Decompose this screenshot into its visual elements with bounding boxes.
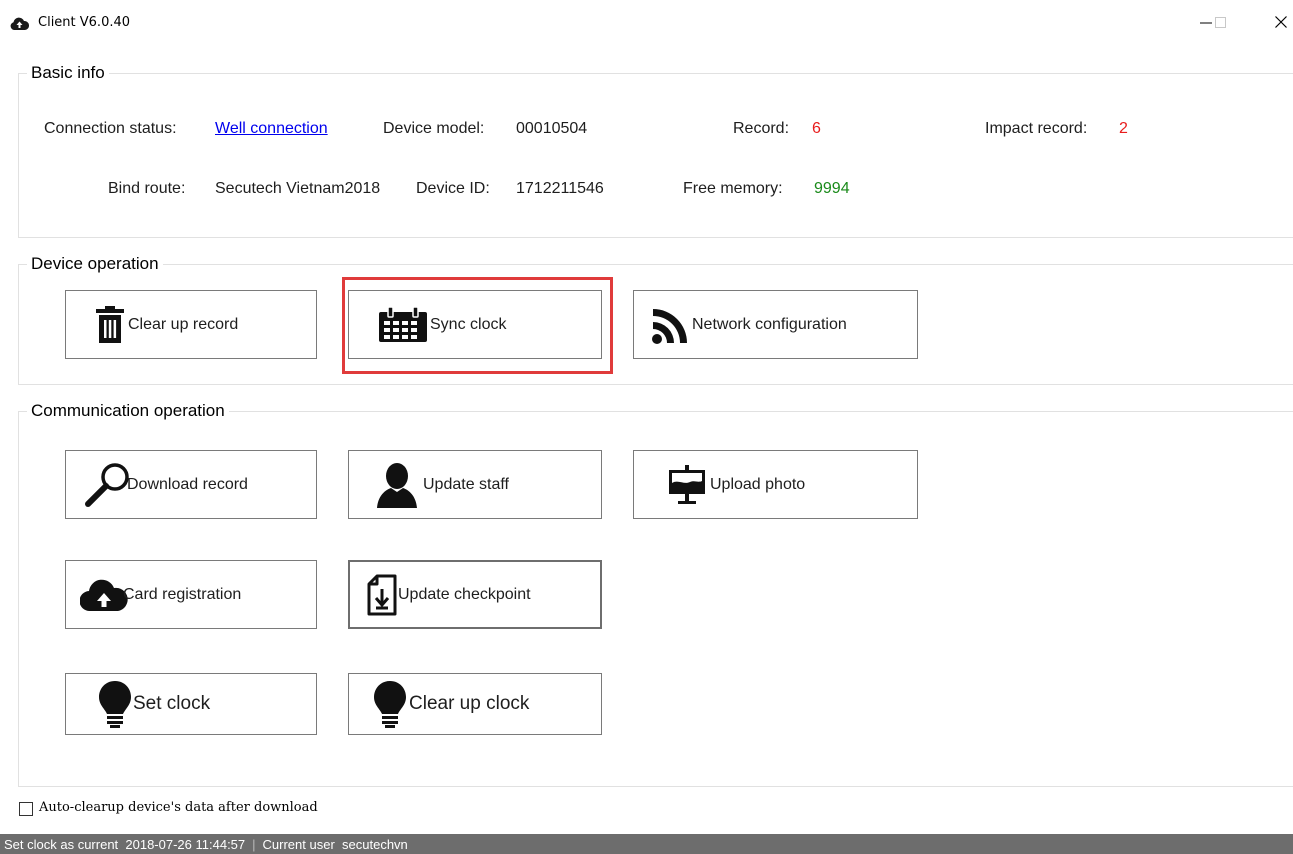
status-bar: Set clock as current 2018-07-26 11:44:57… [0,834,1293,854]
set-clock-label: Set clock [133,693,211,714]
calendar-icon [378,306,428,343]
auto-clearup-checkbox[interactable] [19,802,33,816]
device-model-value: 00010504 [516,120,588,137]
record-label: Record: [733,120,790,137]
presentation-icon [667,464,707,505]
user-icon [376,462,418,508]
maximize-icon [1214,16,1226,28]
network-configuration-label: Network configuration [692,315,847,333]
upload-photo-label: Upload photo [710,475,806,493]
communication-operation-legend: Communication operation [27,401,229,421]
close-icon [1275,16,1287,28]
window-title: Client V6.0.40 [38,15,131,30]
network-configuration-button[interactable]: Network configuration [633,290,918,359]
file-download-icon [365,574,399,616]
basic-info-group [18,73,1293,238]
clear-up-clock-button[interactable]: Clear up clock [348,673,602,735]
status-timestamp: 2018-07-26 11:44:57 [125,836,246,852]
lightbulb-icon [98,680,132,728]
maximize-button[interactable] [1200,8,1240,36]
device-operation-legend: Device operation [27,254,163,274]
upload-photo-button[interactable]: Upload photo [633,450,918,519]
app-cloud-icon [10,15,30,32]
close-button[interactable] [1261,8,1293,36]
clear-up-record-button[interactable]: Clear up record [65,290,317,359]
basic-info-legend: Basic info [27,63,109,83]
cloud-upload-icon [79,577,129,613]
download-record-button[interactable]: Download record [65,450,317,519]
clear-up-clock-label: Clear up clock [409,693,530,714]
sync-clock-button[interactable]: Sync clock [348,290,602,359]
set-clock-button[interactable]: Set clock [65,673,317,735]
search-icon [82,462,132,508]
free-memory-value: 9994 [814,180,850,197]
device-model-label: Device model: [383,120,485,137]
sync-clock-label: Sync clock [430,315,507,333]
device-id-label: Device ID: [416,180,490,197]
update-checkpoint-label: Update checkpoint [398,585,531,603]
record-value: 6 [812,120,821,137]
status-separator: | [252,836,256,852]
download-record-label: Download record [127,475,248,493]
update-staff-label: Update staff [423,475,509,493]
connection-status-link[interactable]: Well connection [215,120,328,138]
current-user-label: Current user [262,836,335,852]
card-registration-button[interactable]: Card registration [65,560,317,629]
update-staff-button[interactable]: Update staff [348,450,602,519]
bind-route-label: Bind route: [108,180,186,197]
bind-route-value: Secutech Vietnam2018 [215,180,381,197]
connection-status-label: Connection status: [44,120,177,137]
card-registration-label: Card registration [123,585,242,603]
update-checkpoint-button[interactable]: Update checkpoint [348,560,602,629]
lightbulb-icon [373,680,407,728]
auto-clearup-label: Auto-clearup device's data after downloa… [39,800,318,815]
device-id-value: 1712211546 [516,180,604,197]
status-action: Set clock as current [4,836,119,852]
trash-icon [92,305,128,344]
impact-record-value: 2 [1119,120,1128,137]
clear-up-record-label: Clear up record [128,315,239,333]
current-user-value: secutechvn [342,836,408,852]
rss-icon [651,305,691,345]
free-memory-label: Free memory: [683,180,783,197]
impact-record-label: Impact record: [985,120,1088,137]
